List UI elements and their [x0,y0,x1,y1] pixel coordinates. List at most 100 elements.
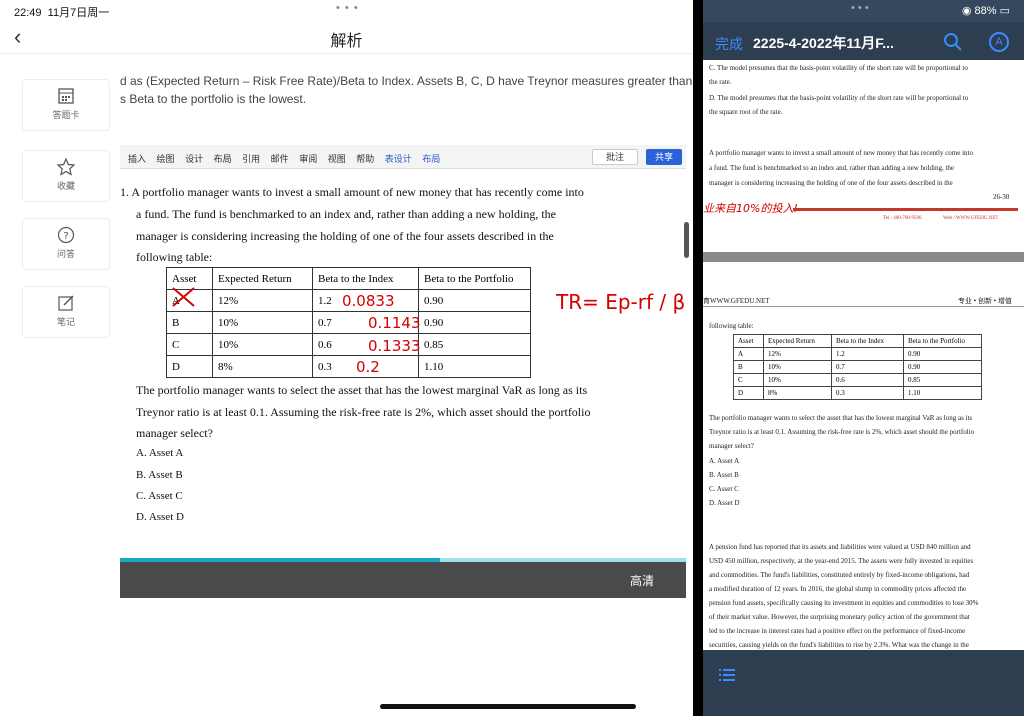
pdf-text-line: D. The model presumes that the basis-poi… [709,94,969,102]
qa-label: 问答 [56,249,75,259]
table-cell: C [733,373,764,387]
table-cell: D [733,386,764,400]
table-cell: 0.6 [831,373,904,387]
battery-indicator: ◉ 88% ▭ [961,5,1010,17]
question-after-3: manager select? [136,426,213,440]
search-icon[interactable] [943,32,963,52]
table-cell: 1.10 [418,355,531,378]
pdf-asset-table: Asset Expected Return Beta to the Index … [733,334,982,400]
favorite-button[interactable]: 收藏 [22,150,110,202]
pdf-text-line: the square root of the rate. [709,108,783,116]
table-cell: 0.7 [831,360,904,374]
status-time: 22:49 11月7日周一 [14,7,110,19]
pdf-text-line: securities, causing yields on the fund's… [709,641,969,649]
table-cell: B [166,311,213,334]
handwritten-value-c: 0.1333 [368,337,421,355]
table-header-cell: Expected Return [763,334,832,348]
question-line-3: manager is considering increasing the ho… [136,229,554,243]
ribbon-tab: 设计 [185,154,204,164]
handwritten-formula: TR= Ep-rf / β [556,290,686,314]
table-cell: B [733,360,764,374]
table-header-row: Asset Expected Return Beta to the Index … [733,334,982,348]
table-header-cell: Expected Return [212,267,313,290]
pdf-text-line: a modified duration of 12 years. In 2016… [709,585,967,593]
table-cell: C [166,333,213,356]
page-header-right: 专业 • 创新 • 增值 [958,297,1012,305]
table-cell: 0.3 [831,386,904,400]
cross-out-mark [172,287,195,307]
annotate-icon[interactable]: A [989,32,1009,52]
right-status-bar: • • • ◉ 88% ▭ [703,0,1024,22]
question-image: 插入 绘图 设计 布局 引用 邮件 审阅 视图 帮助 表设计 布局 批注 共享 … [120,145,686,597]
pdf-text-line: C. The model presumes that the basis-poi… [709,64,968,72]
left-app: 22:49 11月7日周一 • • • ‹ 解析 d as (Expected … [0,0,693,716]
table-cell: 0.85 [418,333,531,356]
pdf-text-line: manager select? [709,442,754,450]
table-cell: 0.90 [418,311,531,334]
pdf-bottom-bar [703,650,1024,716]
explanation-line-1: d as (Expected Return – Risk Free Rate)/… [120,74,693,88]
status-bar: 22:49 11月7日周一 • • • [0,0,693,22]
ribbon-tab: 布局 [213,154,232,164]
table-row: A 12% 1.2 0.90 [733,347,982,361]
table-row: C 10% 0.6 0.85 [733,373,982,387]
pdf-text-line: manager is considering increasing the ho… [709,179,953,187]
notes-button[interactable]: 笔记 [22,286,110,338]
table-row: B 10% 0.7 0.90 [166,311,531,334]
quality-button[interactable]: 高清 [630,572,654,589]
split-divider[interactable] [693,0,703,716]
option-d: D. Asset D [136,511,184,523]
ribbon-share: 共享 [646,149,682,165]
table-cell: 1.2 [831,347,904,361]
table-header-row: Asset Expected Return Beta to the Index … [166,267,531,290]
answer-card-button[interactable]: 答题卡 [22,79,110,131]
header-rule [703,306,1024,307]
pdf-text-line: of their market value. However, the surp… [709,613,970,621]
table-cell: 12% [212,289,313,312]
handwritten-value-d: 0.2 [356,358,380,376]
pdf-page-2: 育WWW.GFEDU.NET 专业 • 创新 • 增值 following ta… [703,262,1024,650]
list-icon[interactable] [719,668,735,682]
qa-button[interactable]: ? 问答 [22,218,110,270]
table-cell: 10% [763,373,832,387]
table-header-cell: Asset [733,334,764,348]
handwritten-value-a: 0.0833 [342,292,395,310]
done-button[interactable]: 完成 [715,34,743,54]
table-cell: D [166,355,213,378]
pdf-text-line: The portfolio manager wants to select th… [709,414,973,422]
multitask-dots[interactable]: • • • [336,2,359,14]
ribbon-tab: 引用 [242,154,261,164]
table-row: C 10% 0.6 0.85 [166,333,531,356]
table-cell: 8% [763,386,832,400]
table-cell: 1.10 [903,386,982,400]
video-controls: 高清 [120,562,686,598]
pdf-text-line: a fund. The fund is benchmarked to an in… [709,164,954,172]
pdf-text-line: pension fund assets, specifically causin… [709,599,979,607]
question-icon: ? [57,226,75,244]
ribbon-tab: 审阅 [299,154,318,164]
asset-table: Asset Expected Return Beta to the Index … [166,267,531,378]
table-cell: 10% [763,360,832,374]
ribbon-tab: 表设计 [384,154,412,164]
ribbon-tab: 视图 [327,154,346,164]
pdf-text-line: and commodities. The fund's liabilities,… [709,571,970,579]
table-cell: 12% [763,347,832,361]
table-header-cell: Beta to the Portfolio [418,267,531,290]
table-row: B 10% 0.7 0.90 [733,360,982,374]
table-cell: 0.90 [903,360,982,374]
table-cell: 10% [212,311,313,334]
footer-web: Web / WWW.GFEDU.NET [943,216,999,221]
question-line-1: 1. A portfolio manager wants to invest a… [120,185,584,199]
page-title: 解析 [330,33,363,50]
word-ribbon: 插入 绘图 设计 布局 引用 邮件 审阅 视图 帮助 表设计 布局 批注 共享 [120,145,686,169]
page-number: 26-30 [993,193,1010,201]
footer-rule [793,208,1018,211]
pdf-text-line: USD 450 million, respectively, at the ye… [709,557,974,565]
home-indicator[interactable] [380,704,636,709]
pdf-option: A. Asset A [709,457,740,465]
ribbon-comment: 批注 [592,149,638,165]
scrollbar[interactable] [684,222,689,258]
nav-bar: ‹ 解析 [0,22,693,54]
ribbon-tab: 绘图 [156,154,175,164]
multitask-dots[interactable]: • • • [851,2,869,14]
